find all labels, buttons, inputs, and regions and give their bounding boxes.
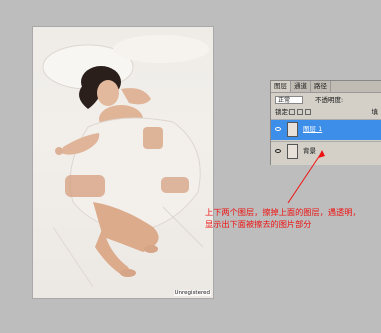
opacity-label: 不透明度: (315, 96, 344, 104)
eye-icon[interactable] (275, 127, 281, 131)
layer-name[interactable]: 图层 1 (303, 125, 322, 134)
eye-icon[interactable] (275, 149, 281, 153)
lock-label: 锁定: (275, 108, 291, 116)
layer-row-1[interactable]: 图层 1 (271, 119, 381, 140)
panel-tabs: 图层 通道 路径 (271, 81, 381, 93)
blend-row: 正常 不透明度: (271, 93, 381, 107)
annotation-text: 上下两个图层，擦掉上面的图层，遇透明，显示出下面被擦去的图片部分 (205, 207, 361, 229)
lock-image-icon[interactable] (297, 109, 303, 115)
photo-illustration (42, 35, 209, 288)
blend-mode-select[interactable]: 正常 (275, 96, 303, 104)
lock-icons (289, 109, 311, 115)
tab-paths[interactable]: 路径 (311, 81, 331, 92)
document-canvas[interactable]: Unregistered 图层 通道 路径 正常 不透明度: 锁定: 填 图层 … (0, 0, 381, 333)
photo-image[interactable]: Unregistered (33, 27, 213, 298)
tab-channels[interactable]: 通道 (291, 81, 311, 92)
layer-row-background[interactable]: 背景 (271, 141, 381, 162)
watermark-text: Unregistered (173, 290, 211, 296)
lock-row: 锁定: 填 (271, 107, 381, 118)
layer-thumbnail (287, 122, 298, 137)
layers-panel: 图层 通道 路径 正常 不透明度: 锁定: 填 图层 1 背景 (270, 80, 381, 165)
layer-name[interactable]: 背景 (303, 147, 316, 156)
tab-layers[interactable]: 图层 (271, 81, 291, 92)
lock-transparent-icon[interactable] (289, 109, 295, 115)
fill-label: 填 (371, 108, 379, 116)
layer-thumbnail (287, 144, 298, 159)
lock-position-icon[interactable] (305, 109, 311, 115)
